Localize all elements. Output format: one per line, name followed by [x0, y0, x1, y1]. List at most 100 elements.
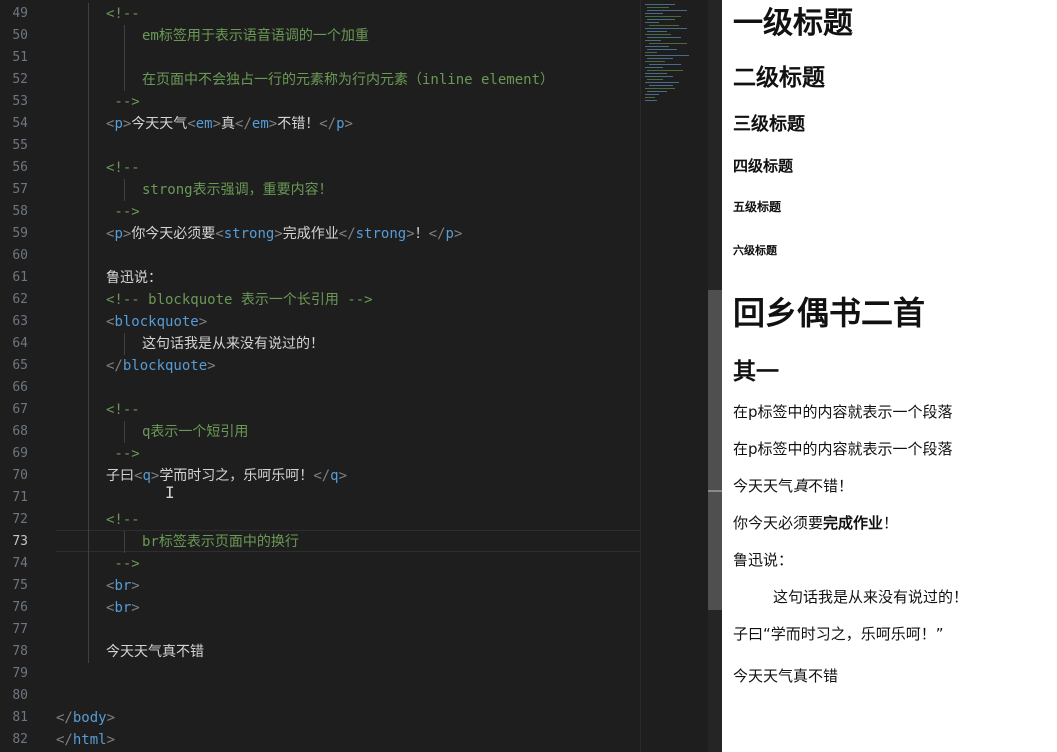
code-token: </ [338, 226, 356, 242]
line-number: 51 [12, 50, 28, 65]
homework-text-a: 你今天必须要 [733, 514, 824, 532]
scrollbar-thumb[interactable] [708, 290, 722, 610]
code-line[interactable]: </body> [56, 707, 115, 729]
vertical-scrollbar[interactable] [708, 0, 722, 752]
code-line[interactable]: --> [106, 91, 140, 113]
code-token: q [330, 468, 339, 484]
line-number: 68 [12, 424, 28, 439]
line-number: 72 [12, 512, 28, 527]
weather-text-a: 今天天气 [733, 477, 794, 495]
code-token: 今天天气真不错 [106, 644, 204, 660]
code-line[interactable]: </blockquote> [106, 355, 216, 377]
code-line[interactable]: <br> [106, 597, 140, 619]
code-token: --> [106, 446, 140, 462]
code-line[interactable]: 鲁迅说： [106, 267, 162, 289]
code-area[interactable]: <!-- em标签用于表示语音语调的一个加重 在页面中不会独占一行的元素称为行内元素… [56, 0, 640, 752]
code-token: html [72, 732, 107, 748]
code-token: --> [106, 204, 140, 220]
line-number: 75 [12, 578, 28, 593]
code-line[interactable]: </html> [56, 729, 115, 751]
code-line[interactable]: <!-- [106, 509, 140, 531]
code-token: body [72, 710, 107, 726]
code-line[interactable]: <!-- [106, 399, 140, 421]
code-token: em [251, 116, 269, 132]
minimap-line [645, 82, 679, 83]
line-number: 73 [12, 534, 28, 549]
indent-guide [88, 3, 89, 663]
code-line[interactable]: em标签用于表示语音语调的一个加重 [142, 25, 369, 47]
code-line[interactable]: --> [106, 201, 140, 223]
code-line[interactable]: <!-- [106, 3, 140, 25]
minimap-line [649, 64, 681, 65]
indent-guide [124, 421, 125, 443]
code-token: </ [319, 116, 337, 132]
preview-h1: 一级标题 [733, 6, 853, 41]
code-token: <!-- blockquote 表示一个长引用 --> [106, 292, 373, 308]
code-line[interactable]: <p>你今天必须要<strong>完成作业</strong>！</p> [106, 223, 462, 245]
preview-short-quote: 子曰“学而时习之，乐呵乐呵！” [733, 625, 944, 643]
code-line[interactable]: 这句话我是从来没有说过的！ [142, 333, 324, 355]
code-token: < [215, 226, 224, 242]
code-token: < [187, 116, 196, 132]
code-token: br标签表示页面中的换行 [142, 534, 299, 550]
code-line[interactable]: strong表示强调，重要内容！ [142, 179, 333, 201]
minimap-line [645, 22, 659, 23]
line-number: 61 [12, 270, 28, 285]
minimap-line [647, 19, 675, 20]
code-token: > [274, 226, 283, 242]
code-line[interactable]: --> [106, 553, 139, 575]
code-line[interactable]: <blockquote> [106, 311, 207, 333]
minimap-line [645, 4, 675, 5]
minimap-line [645, 13, 663, 14]
code-token: > [344, 116, 353, 132]
line-number: 66 [12, 380, 28, 395]
preview-paragraph-2: 在p标签中的内容就表示一个段落 [733, 440, 953, 458]
code-token: --> [106, 94, 140, 110]
minimap-line [647, 58, 673, 59]
minimap-line [645, 97, 655, 98]
code-token: 今天天气 [131, 116, 188, 132]
code-token: > [212, 116, 222, 132]
preview-luxun-label: 鲁迅说： [733, 551, 794, 569]
minimap-line [647, 49, 677, 50]
code-line[interactable]: q表示一个短引用 [142, 421, 248, 443]
code-token: 鲁迅说： [106, 270, 162, 286]
code-token: q表示一个短引用 [142, 424, 249, 440]
minimap-line [645, 94, 659, 95]
code-token: </ [313, 468, 331, 484]
minimap[interactable] [640, 0, 708, 752]
code-editor[interactable]: 49 50 51 52 53 54 55 56 57 58 59 60 61 62 63 64 65 66 67 68… [0, 0, 640, 752]
code-token: <!-- [106, 6, 140, 22]
minimap-line [647, 31, 667, 32]
code-token: strong表示强调，重要内容！ [142, 182, 333, 198]
preview-h2: 二级标题 [733, 65, 825, 91]
code-line[interactable]: 在页面中不会独占一行的元素称为行内元素（inline element） [142, 69, 554, 91]
minimap-line [647, 91, 667, 92]
code-token: p [114, 116, 123, 132]
code-token: q [142, 468, 151, 484]
code-line[interactable]: --> [106, 443, 140, 465]
code-line[interactable]: <!-- [106, 157, 140, 179]
minimap-line [645, 67, 663, 68]
minimap-line [645, 76, 673, 77]
code-token: </ [56, 732, 73, 748]
code-token: </ [56, 710, 73, 726]
line-number: 59 [12, 226, 28, 241]
line-number: 82 [12, 732, 28, 747]
code-token: p [445, 226, 454, 242]
code-line[interactable]: br标签表示页面中的换行 [142, 531, 299, 553]
code-token: </ [106, 358, 123, 374]
code-token: > [131, 600, 140, 616]
code-line[interactable]: 子曰<q>学而时习之，乐呵乐呵！</q> [106, 465, 347, 487]
line-number: 80 [12, 688, 28, 703]
line-number: 81 [12, 710, 28, 725]
line-number: 58 [12, 204, 28, 219]
code-token: > [106, 710, 116, 726]
code-line[interactable]: <!-- blockquote 表示一个长引用 --> [106, 289, 373, 311]
code-line[interactable]: <p>今天天气<em>真</em>不错！</p> [106, 113, 353, 135]
code-line[interactable]: <br> [106, 575, 140, 597]
line-number: 69 [12, 446, 28, 461]
code-token: em [195, 116, 213, 132]
minimap-line [649, 25, 679, 26]
code-line[interactable]: 今天天气真不错 [106, 641, 204, 663]
